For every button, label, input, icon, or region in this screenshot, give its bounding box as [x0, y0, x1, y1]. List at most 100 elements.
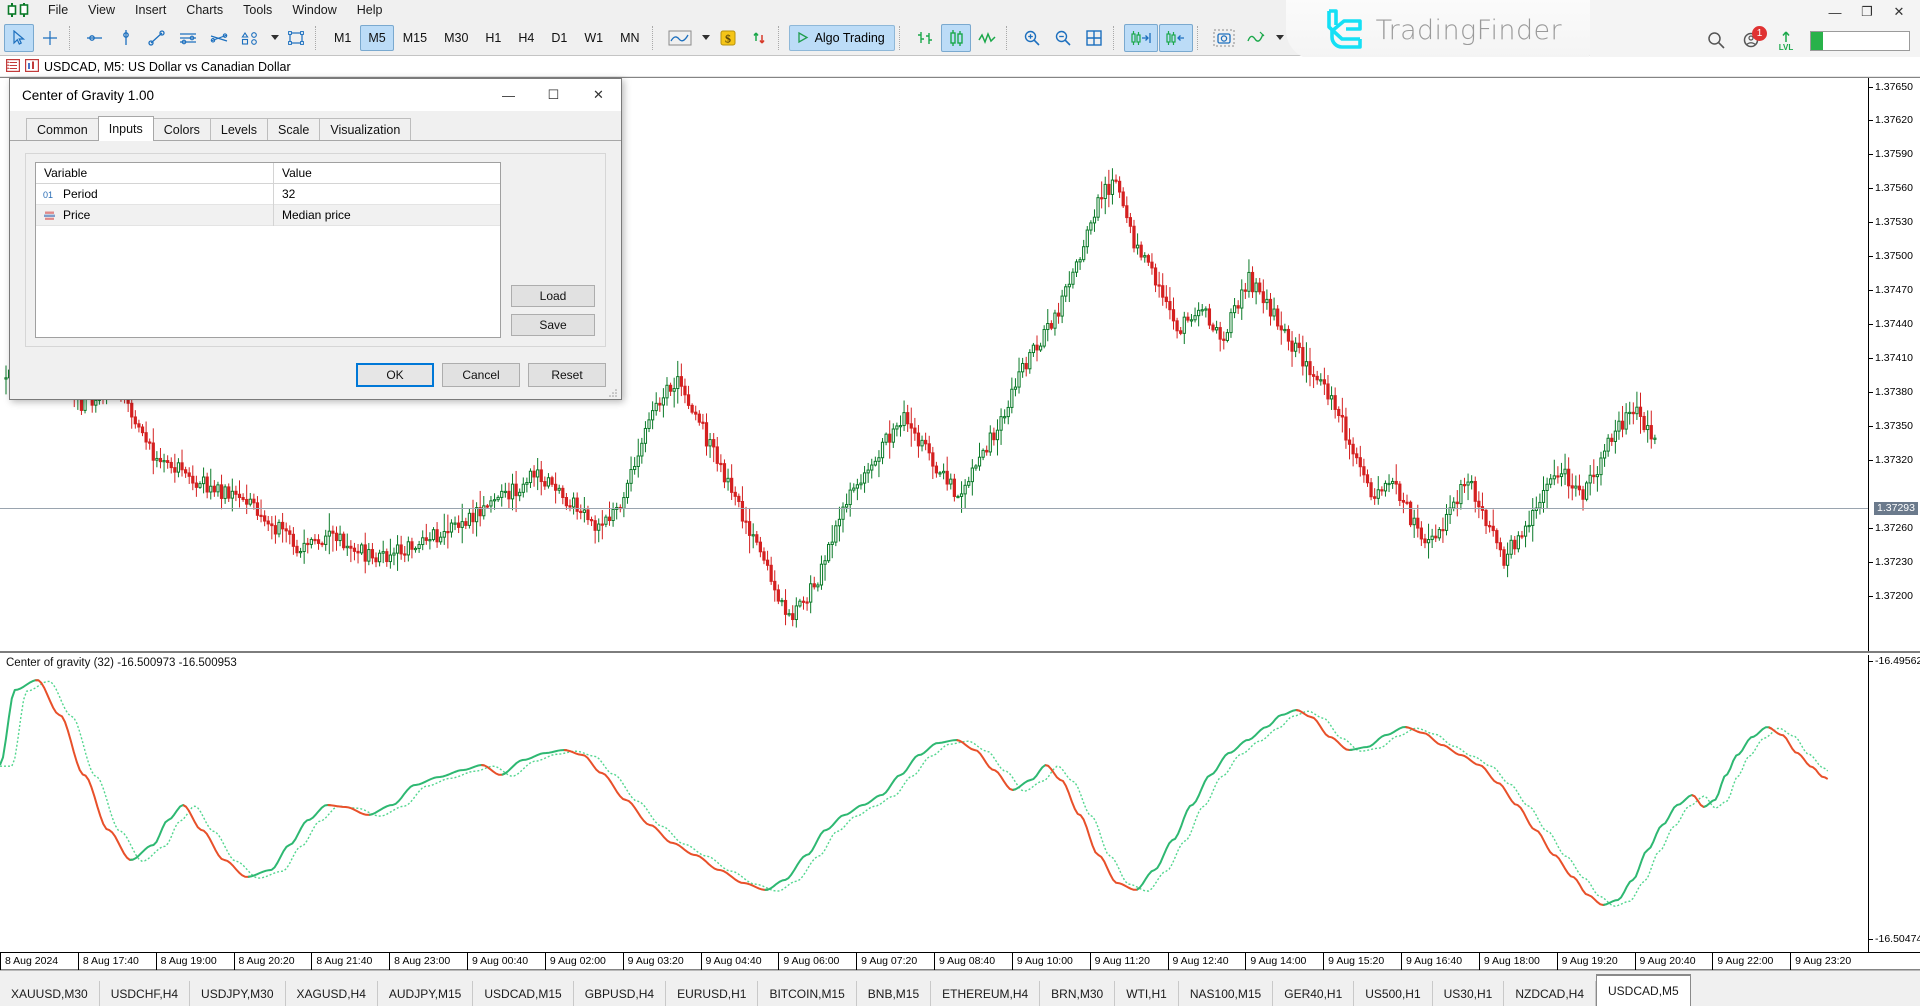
- time-tick: 9 Aug 11:20: [1090, 953, 1150, 970]
- templates-dropdown-arrow-icon[interactable]: [698, 24, 712, 52]
- timeframe-h1[interactable]: H1: [477, 25, 509, 51]
- screenshot-icon[interactable]: [1208, 24, 1240, 52]
- symbol-tab[interactable]: ETHEREUM,H4: [931, 981, 1040, 1006]
- close-button[interactable]: ✕: [1884, 1, 1914, 23]
- menu-item-insert[interactable]: Insert: [125, 1, 176, 19]
- shapes-dropdown-arrow-icon[interactable]: [266, 24, 280, 52]
- line-chart-icon[interactable]: [972, 24, 1002, 52]
- zoom-out-icon[interactable]: [1048, 24, 1078, 52]
- symbol-tab[interactable]: AUDJPY,M15: [378, 981, 473, 1006]
- symbol-tab[interactable]: GBPUSD,H4: [574, 981, 666, 1006]
- symbol-tab[interactable]: GER40,H1: [1273, 981, 1354, 1006]
- horizontal-line-icon[interactable]: [80, 24, 110, 52]
- candlestick-chart-icon[interactable]: [941, 24, 971, 52]
- bar-chart-icon[interactable]: [910, 24, 940, 52]
- menu-item-view[interactable]: View: [78, 1, 125, 19]
- dialog-maximize-button[interactable]: ☐: [531, 79, 576, 111]
- indicator-axis[interactable]: -16.495624 -16.504744: [1868, 655, 1920, 952]
- time-tick: 9 Aug 18:00: [1479, 953, 1540, 970]
- algo-trading-button[interactable]: Algo Trading: [789, 25, 895, 51]
- tab-levels[interactable]: Levels: [210, 118, 268, 140]
- arrows-updown-icon[interactable]: [744, 24, 774, 52]
- symbol-tab[interactable]: NAS100,M15: [1179, 981, 1273, 1006]
- row-value-period[interactable]: 32: [274, 187, 500, 201]
- symbol-tab[interactable]: XAGUSD,H4: [286, 981, 378, 1006]
- trendline-icon[interactable]: [142, 24, 172, 52]
- scroll-end-icon[interactable]: [1124, 24, 1158, 52]
- row-value-price[interactable]: Median price: [274, 208, 500, 222]
- symbol-tab[interactable]: WTI,H1: [1115, 981, 1179, 1006]
- minimize-button[interactable]: —: [1820, 1, 1850, 23]
- dialog-close-button[interactable]: ✕: [576, 79, 621, 111]
- resize-grip[interactable]: [608, 387, 618, 397]
- table-row[interactable]: 01 Period 32: [36, 184, 500, 205]
- timeframe-d1[interactable]: D1: [543, 25, 575, 51]
- symbol-tab[interactable]: NZDCAD,H4: [1504, 981, 1596, 1006]
- cancel-button[interactable]: Cancel: [442, 363, 520, 387]
- restore-button[interactable]: ❐: [1852, 1, 1882, 23]
- dialog-footer: OK Cancel Reset: [356, 363, 606, 387]
- dialog-minimize-button[interactable]: —: [486, 79, 531, 111]
- vertical-line-icon[interactable]: [111, 24, 141, 52]
- timeframe-m5[interactable]: M5: [360, 25, 393, 51]
- symbol-tab[interactable]: US500,H1: [1354, 981, 1432, 1006]
- timeframe-w1[interactable]: W1: [576, 25, 611, 51]
- table-row[interactable]: Price Median price: [36, 205, 500, 226]
- symbol-tab[interactable]: USDCAD,M15: [473, 981, 573, 1006]
- indicator-pane[interactable]: Center of gravity (32) -16.500973 -16.50…: [0, 655, 1920, 952]
- indicators-dropdown-arrow-icon[interactable]: [1272, 24, 1286, 52]
- menu-item-tools[interactable]: Tools: [233, 1, 282, 19]
- timeframe-m30[interactable]: M30: [436, 25, 476, 51]
- price-axis[interactable]: 1.37650 1.37620 1.37590 1.37560 1.37530 …: [1868, 78, 1920, 651]
- dialog-titlebar[interactable]: Center of Gravity 1.00 — ☐ ✕: [10, 79, 621, 111]
- tab-visualization[interactable]: Visualization: [319, 118, 411, 140]
- menu-item-file[interactable]: File: [38, 1, 78, 19]
- fibonacci-icon[interactable]: [204, 24, 234, 52]
- indicator-plot[interactable]: Center of gravity (32) -16.500973 -16.50…: [0, 655, 1868, 952]
- tab-colors[interactable]: Colors: [153, 118, 211, 140]
- save-button[interactable]: Save: [511, 314, 595, 336]
- text-label-icon[interactable]: [281, 24, 311, 52]
- indicators-icon[interactable]: [1241, 24, 1271, 52]
- templates-icon[interactable]: [663, 24, 697, 52]
- symbol-tab[interactable]: USDCAD,M5: [1596, 975, 1691, 1006]
- symbol-tab[interactable]: EURUSD,H1: [666, 981, 758, 1006]
- dollar-icon[interactable]: $: [713, 24, 743, 52]
- tab-scale[interactable]: Scale: [267, 118, 320, 140]
- tile-windows-icon[interactable]: [1079, 24, 1109, 52]
- zoom-in-icon[interactable]: [1017, 24, 1047, 52]
- load-button[interactable]: Load: [511, 285, 595, 307]
- menu-item-charts[interactable]: Charts: [176, 1, 233, 19]
- search-icon[interactable]: [1706, 30, 1726, 53]
- inputs-grid[interactable]: Variable Value 01 Period 32: [35, 162, 501, 338]
- symbol-tab[interactable]: US30,H1: [1433, 981, 1505, 1006]
- timeframe-mn[interactable]: MN: [612, 25, 647, 51]
- notifications-icon[interactable]: 1: [1742, 30, 1762, 53]
- menu-item-window[interactable]: Window: [282, 1, 346, 19]
- symbol-tab[interactable]: BNB,M15: [857, 981, 931, 1006]
- cursor-icon[interactable]: [4, 24, 34, 52]
- time-tick: 8 Aug 23:00: [389, 953, 450, 970]
- symbol-tab[interactable]: BRN,M30: [1040, 981, 1115, 1006]
- menu-item-help[interactable]: Help: [347, 1, 393, 19]
- time-tick: 9 Aug 08:40: [934, 953, 995, 970]
- reset-button[interactable]: Reset: [528, 363, 606, 387]
- symbol-tab[interactable]: XAUUSD,M30: [0, 981, 100, 1006]
- ok-button[interactable]: OK: [356, 363, 434, 387]
- lvl-icon[interactable]: LVL: [1778, 31, 1794, 52]
- auto-scroll-icon[interactable]: [1159, 24, 1193, 52]
- timeframe-m1[interactable]: M1: [326, 25, 359, 51]
- timeframe-m15[interactable]: M15: [395, 25, 435, 51]
- crosshair-icon[interactable]: [35, 24, 65, 52]
- symbol-tab[interactable]: BITCOIN,M15: [758, 981, 856, 1006]
- column-header-variable: Variable: [36, 163, 274, 183]
- tab-common[interactable]: Common: [26, 118, 99, 140]
- tab-inputs[interactable]: Inputs: [98, 116, 154, 141]
- timeframe-h4[interactable]: H4: [510, 25, 542, 51]
- indicator-properties-dialog[interactable]: Center of Gravity 1.00 — ☐ ✕ Common Inpu…: [9, 78, 622, 400]
- equidistant-channel-icon[interactable]: [173, 24, 203, 52]
- symbol-tab[interactable]: USDCHF,H4: [100, 981, 190, 1006]
- symbol-tab[interactable]: USDJPY,M30: [190, 981, 285, 1006]
- time-axis[interactable]: 8 Aug 20248 Aug 17:408 Aug 19:008 Aug 20…: [0, 952, 1920, 970]
- shapes-icon[interactable]: [235, 24, 265, 52]
